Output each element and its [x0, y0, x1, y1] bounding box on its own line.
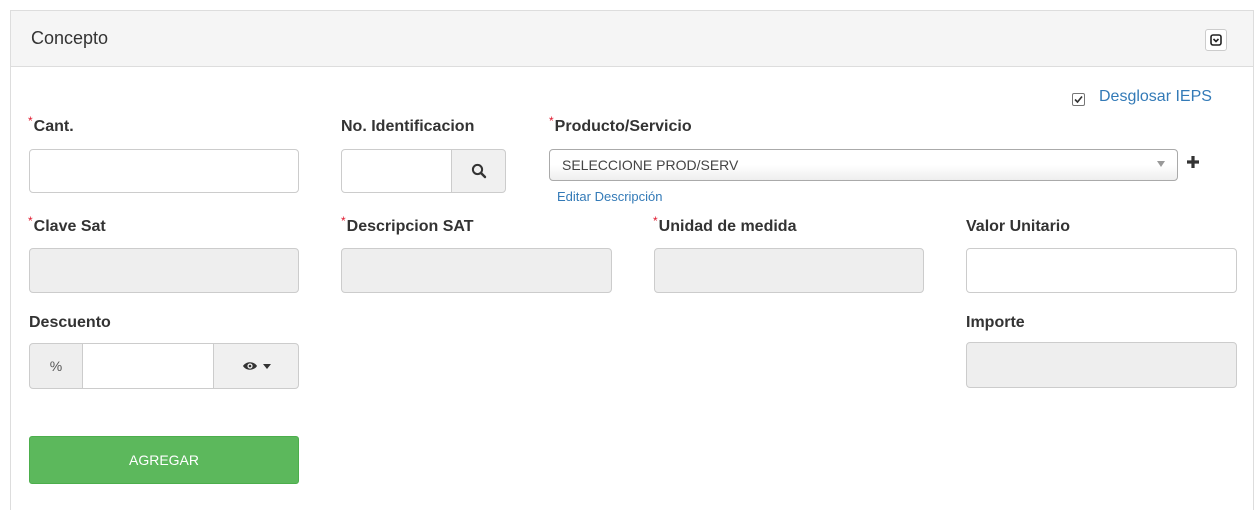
- collapse-button[interactable]: [1205, 29, 1227, 51]
- checkmark-icon: [1074, 95, 1083, 104]
- importe-input: [966, 342, 1237, 388]
- agregar-button[interactable]: AGREGAR: [29, 436, 299, 484]
- desglosar-ieps-checkbox[interactable]: [1072, 93, 1085, 106]
- producto-servicio-select[interactable]: SELECCIONE PROD/SERV: [549, 149, 1178, 181]
- caret-down-icon: [1157, 161, 1165, 167]
- magnifier-icon: [471, 163, 486, 179]
- add-product-button[interactable]: [1186, 155, 1200, 169]
- editar-descripcion-link[interactable]: Editar Descripción: [557, 189, 663, 204]
- plus-icon: [1187, 156, 1199, 168]
- eye-icon: [242, 362, 257, 370]
- unidad-medida-input: [654, 248, 924, 293]
- clave-sat-input: [29, 248, 299, 293]
- caret-down-icon: [262, 363, 271, 369]
- descuento-visibility-dropdown[interactable]: [213, 343, 299, 389]
- descuento-label: Descuento: [29, 314, 111, 331]
- unidad-medida-label: *Unidad de medida: [653, 214, 797, 235]
- panel-heading: Concepto: [11, 11, 1253, 67]
- search-button[interactable]: [451, 149, 506, 193]
- collapse-toggle-icon: [1210, 34, 1222, 46]
- descuento-percent-addon: %: [29, 343, 83, 389]
- producto-servicio-selected: SELECCIONE PROD/SERV: [562, 157, 739, 173]
- valor-unitario-input[interactable]: [966, 248, 1237, 293]
- no-identificacion-input[interactable]: [341, 149, 452, 193]
- descripcion-sat-input: [341, 248, 612, 293]
- valor-unitario-label: Valor Unitario: [966, 218, 1071, 235]
- cant-input[interactable]: [29, 149, 299, 193]
- cant-label: *Cant.: [28, 114, 74, 135]
- clave-sat-label: *Clave Sat: [28, 214, 106, 235]
- descuento-input[interactable]: [82, 343, 214, 389]
- no-identificacion-label: No. Identificacion: [341, 118, 475, 135]
- producto-servicio-label: *Producto/Servicio: [549, 114, 692, 135]
- desglosar-ieps-label[interactable]: Desglosar IEPS: [1099, 88, 1212, 106]
- descripcion-sat-label: *Descripcion SAT: [341, 214, 474, 235]
- importe-label: Importe: [966, 314, 1025, 331]
- panel-title: Concepto: [31, 28, 109, 48]
